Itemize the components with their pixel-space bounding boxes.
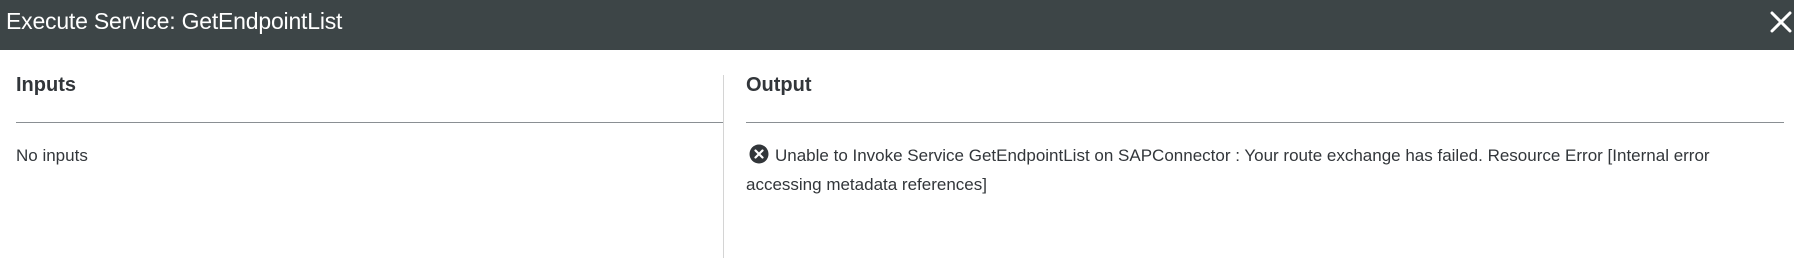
close-button[interactable] [1768,9,1794,35]
inputs-heading: Inputs [16,74,723,123]
dialog-title: Execute Service: GetEndpointList [6,8,343,34]
error-circle-icon [749,144,769,164]
execute-service-dialog: Execute Service: GetEndpointList Inputs … [0,0,1794,258]
inputs-panel: Inputs No inputs [16,74,723,170]
output-panel: Output Unable to Invoke Service GetEndpo… [746,74,1784,199]
inputs-heading-label: Inputs [16,74,76,96]
output-heading-label: Output [746,74,812,96]
panel-divider [723,75,724,258]
output-error-message: Unable to Invoke Service GetEndpointList… [746,146,1710,194]
output-heading: Output [746,74,1784,123]
inputs-message: No inputs [16,146,88,165]
close-icon [1770,11,1792,33]
output-message-row: Unable to Invoke Service GetEndpointList… [746,141,1784,199]
dialog-header: Execute Service: GetEndpointList [0,0,1794,50]
